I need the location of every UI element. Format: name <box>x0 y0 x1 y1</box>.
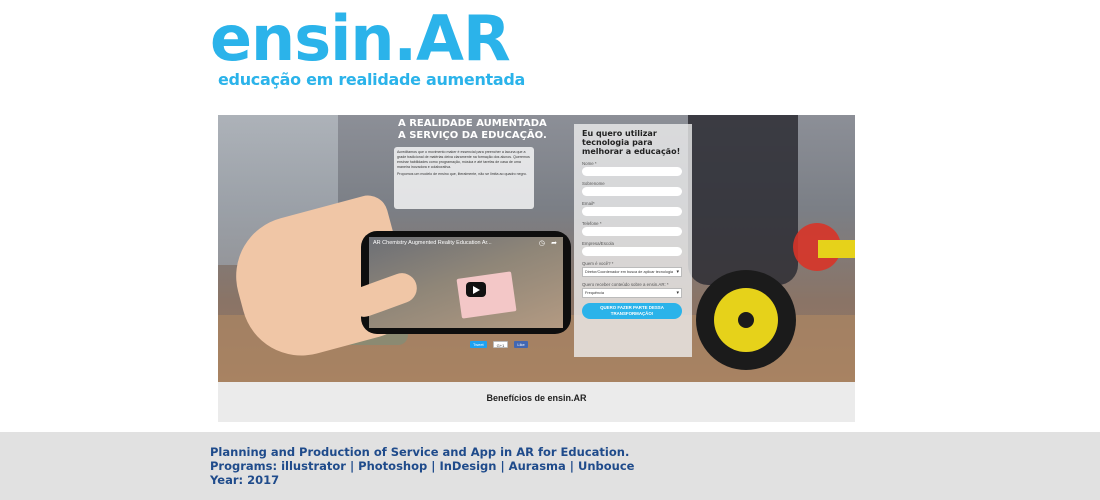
footer-line-1: Planning and Production of Service and A… <box>210 445 630 459</box>
footer-text: Planning and Production of Service and A… <box>210 445 634 487</box>
social-share-bar: Tweet G+1 Like <box>470 341 528 348</box>
telefone-input[interactable] <box>582 227 682 236</box>
beneficios-section-title: Benefícios de ensin.AR <box>218 382 855 422</box>
robot-wheel <box>696 270 796 370</box>
empresa-input[interactable] <box>582 247 682 256</box>
robot-yellow-block <box>818 240 855 258</box>
quem-e-voce-select[interactable]: Diretor/Coordenador em busca de aplicar … <box>582 267 682 277</box>
submit-button[interactable]: QUERO FAZER PARTE DESSA TRANSFORMAÇÃO! <box>582 303 682 319</box>
sobrenome-input[interactable] <box>582 187 682 196</box>
hero-section: A REALIDADE AUMENTADA A SERVIÇO DA EDUCA… <box>218 115 855 382</box>
video-title[interactable]: AR Chemistry Augmented Reality Education… <box>373 240 492 246</box>
footer-line-2: Programs: illustrator | Photoshop | InDe… <box>210 459 635 473</box>
footer: Planning and Production of Service and A… <box>0 432 1100 500</box>
hero-headline-line2: A SERVIÇO DA EDUCAÇÃO. <box>398 130 547 141</box>
robot-wheel-rim <box>714 288 778 352</box>
tweet-button[interactable]: Tweet <box>470 341 487 348</box>
video-card-image <box>456 271 517 319</box>
footer-line-3: Year: 2017 <box>210 473 280 487</box>
brand-logo[interactable]: ensin.AR educação em realidade aumentada <box>210 6 530 90</box>
signup-form: Eu quero utilizar tecnologia para melhor… <box>574 124 692 357</box>
play-icon[interactable] <box>466 282 486 297</box>
robot-wheel-hub <box>738 312 754 328</box>
brand-logo-tagline: educação em realidade aumentada <box>218 70 526 89</box>
email-input[interactable] <box>582 207 682 216</box>
hero-intro-paragraph: Propomos um modelo de ensino que, litera… <box>397 172 527 176</box>
frequencia-select[interactable]: Frequência <box>582 288 682 298</box>
nome-input[interactable] <box>582 167 682 176</box>
share-icon[interactable]: ➦ <box>551 239 557 247</box>
hero-intro-box: Acreditamos que o movimento maker é esse… <box>394 147 534 209</box>
hero-background-person-right <box>688 115 798 285</box>
gplus-button[interactable]: G+1 <box>492 341 509 348</box>
hero-headline: A REALIDADE AUMENTADA A SERVIÇO DA EDUCA… <box>398 118 547 142</box>
clock-icon[interactable]: ◷ <box>539 239 545 247</box>
hero-headline-line1: A REALIDADE AUMENTADA <box>398 118 547 129</box>
form-title: Eu quero utilizar tecnologia para melhor… <box>582 129 681 156</box>
brand-logo-title: ensin.AR <box>210 2 511 75</box>
like-button[interactable]: Like <box>514 341 528 348</box>
hero-intro-paragraph: Acreditamos que o movimento maker é esse… <box>397 150 530 169</box>
